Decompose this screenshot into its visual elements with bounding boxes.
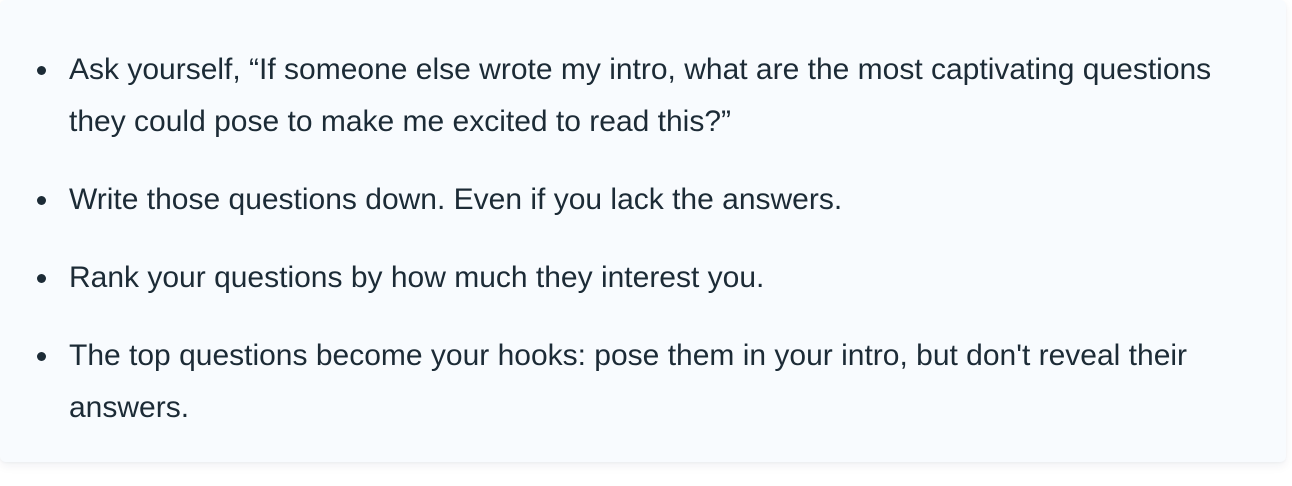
list-item: Ask yourself, “If someone else wrote my …	[34, 44, 1226, 148]
bullet-icon	[37, 352, 46, 361]
bullet-icon	[37, 66, 46, 75]
tips-list: Ask yourself, “If someone else wrote my …	[34, 44, 1226, 434]
tips-card: Ask yourself, “If someone else wrote my …	[0, 0, 1286, 462]
list-item: The top questions become your hooks: pos…	[34, 330, 1226, 434]
list-item-text: Write those questions down. Even if you …	[69, 183, 843, 216]
bullet-icon	[37, 274, 46, 283]
list-item: Write those questions down. Even if you …	[34, 174, 1226, 226]
bullet-icon	[37, 196, 46, 205]
list-item-text: The top questions become your hooks: pos…	[69, 339, 1188, 424]
list-item-text: Rank your questions by how much they int…	[69, 261, 765, 294]
list-item-text: Ask yourself, “If someone else wrote my …	[69, 53, 1212, 138]
list-item: Rank your questions by how much they int…	[34, 252, 1226, 304]
